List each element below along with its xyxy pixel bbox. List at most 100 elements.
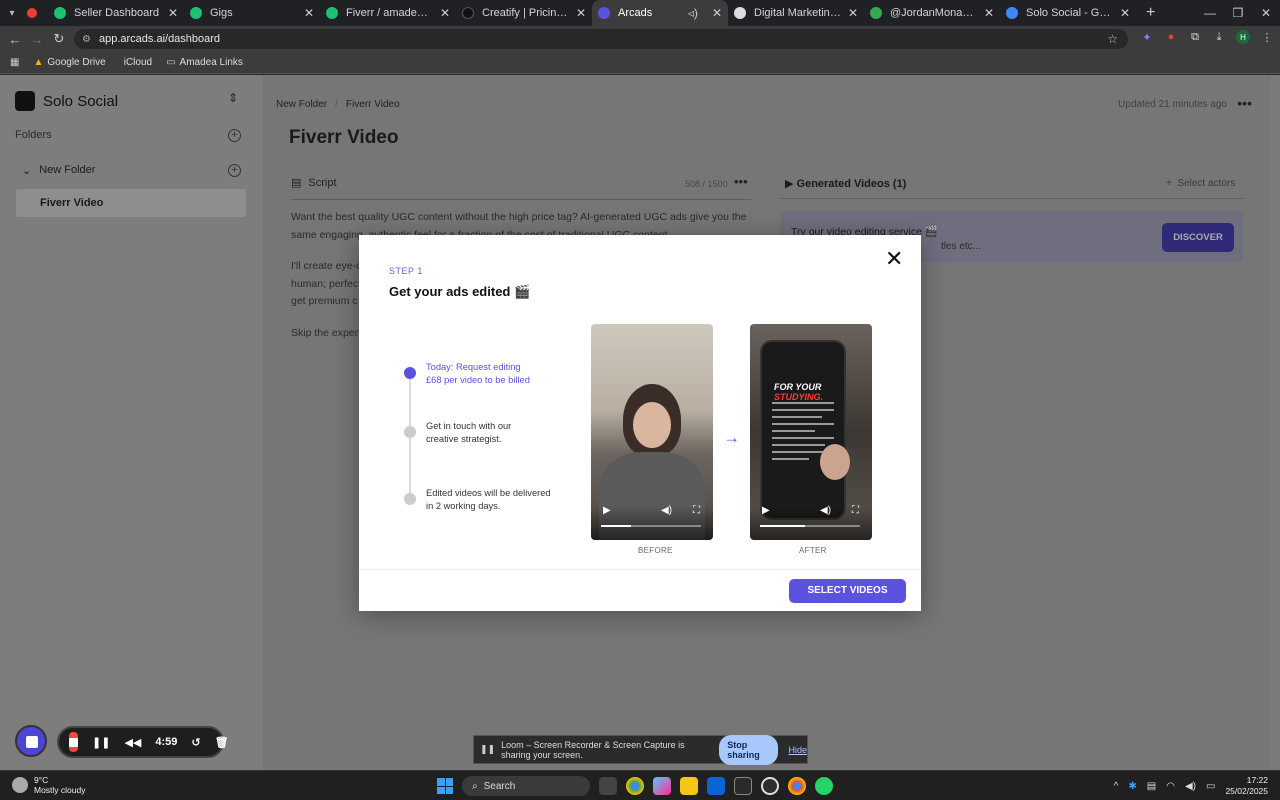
site-info-icon[interactable]: ⚙ (82, 34, 91, 45)
add-video-icon[interactable]: + (228, 164, 241, 177)
outlook-icon[interactable] (707, 777, 725, 795)
add-folder-icon[interactable]: + (228, 129, 241, 142)
whatsapp-icon[interactable] (815, 777, 833, 795)
close-tab-icon[interactable]: ✕ (576, 6, 586, 20)
copilot-icon[interactable] (653, 777, 671, 795)
more-options-icon[interactable]: ••• (1237, 95, 1252, 111)
app-tray-icon[interactable]: ▤ (1147, 781, 1156, 792)
tab-search-icon[interactable]: ▾ (0, 0, 24, 26)
script-more-icon[interactable]: ••• (734, 174, 748, 189)
generated-videos-toggle[interactable]: ▶ Generated Videos (1) (785, 177, 906, 190)
close-tab-icon[interactable]: ✕ (168, 6, 178, 20)
after-video[interactable]: FOR YOUR STUDYING. ▶ ◀) ⛶ (750, 324, 872, 540)
stop-sharing-button[interactable]: Stop sharing (719, 734, 779, 765)
browser-tab[interactable]: Fiverr / amadeaventures / E ✕ (320, 0, 456, 26)
download-icon[interactable]: ⤓ (1212, 30, 1226, 44)
chrome-icon[interactable] (626, 777, 644, 795)
rewind-icon[interactable]: ◀◀ (124, 736, 141, 749)
extension-icon[interactable]: ● (1164, 30, 1178, 44)
bookmark-google-drive[interactable]: ▲ Google Drive (33, 57, 105, 68)
restart-icon[interactable]: ↺ (191, 736, 200, 749)
close-tab-icon[interactable]: ✕ (848, 6, 858, 20)
minimize-icon[interactable]: — (1196, 6, 1224, 20)
play-icon[interactable]: ▶ (603, 505, 611, 516)
record-icon (27, 8, 37, 18)
url-field[interactable]: ⚙ app.arcads.ai/dashboard ☆ (74, 29, 1128, 49)
video-progress[interactable] (760, 525, 860, 527)
fullscreen-icon[interactable]: ⛶ (693, 505, 700, 516)
close-window-icon[interactable]: ✕ (1252, 6, 1280, 20)
page-title: Fiverr Video (289, 127, 399, 148)
workspace-name: Solo Social (43, 92, 119, 110)
apps-grid-icon[interactable]: ▦ (10, 57, 19, 68)
workspace-brand[interactable]: Solo Social (15, 91, 118, 111)
volume-icon[interactable]: ◀) (820, 505, 831, 516)
trash-icon[interactable]: 🗑 (215, 736, 229, 749)
breadcrumb-item[interactable]: Fiverr Video (346, 99, 400, 110)
task-view-icon[interactable] (599, 777, 617, 795)
file-explorer-icon[interactable] (680, 777, 698, 795)
stop-recording-button[interactable] (69, 732, 78, 752)
close-icon[interactable]: ✕ (885, 248, 903, 270)
wifi-icon[interactable]: ◠ (1166, 781, 1175, 792)
select-videos-button[interactable]: SELECT VIDEOS (789, 579, 906, 603)
before-video[interactable]: ▶ ◀) ⛶ (591, 324, 713, 540)
speaker-icon[interactable]: ◃) (688, 6, 698, 20)
recording-timer: 4:59 (155, 736, 178, 748)
extension-icon[interactable]: ✦ (1140, 30, 1154, 44)
maximize-icon[interactable]: ❐ (1224, 6, 1252, 20)
close-tab-icon[interactable]: ✕ (440, 6, 450, 20)
chevron-down-icon[interactable]: ⌄ (22, 164, 31, 177)
browser-tab[interactable]: @JordanMonaghanTV | Twi ✕ (864, 0, 1000, 26)
loom-camera-bubble[interactable] (15, 725, 47, 757)
divider (781, 198, 1243, 199)
browser-tab[interactable]: Seller Dashboard ✕ (48, 0, 184, 26)
profile-avatar[interactable]: H (1236, 30, 1250, 44)
windows-start-icon[interactable] (437, 778, 453, 794)
battery-icon[interactable]: ▭ (1206, 781, 1215, 792)
divider (291, 199, 751, 200)
video-progress[interactable] (601, 525, 701, 527)
discover-button[interactable]: DISCOVER (1162, 223, 1234, 252)
chevron-up-icon[interactable]: ^ (1114, 781, 1119, 792)
bluetooth-icon[interactable]: ✱ (1128, 781, 1136, 792)
browser-tab-active[interactable]: Arcads ◃) ✕ (592, 0, 728, 26)
weather-widget[interactable]: 9°C Mostly cloudy (12, 775, 86, 795)
clock[interactable]: 17:22 25/02/2025 (1225, 775, 1268, 797)
play-icon[interactable]: ▶ (762, 505, 770, 516)
chevron-updown-icon[interactable]: ⇕ (228, 91, 238, 105)
breadcrumb-item[interactable]: New Folder (276, 99, 327, 110)
new-tab-button[interactable]: + (1136, 4, 1165, 22)
hide-link[interactable]: Hide (788, 745, 807, 755)
close-tab-icon[interactable]: ✕ (984, 6, 994, 20)
xbox-icon[interactable] (761, 777, 779, 795)
bookmark-star-icon[interactable]: ☆ (1107, 32, 1118, 46)
forward-icon[interactable]: → (26, 32, 48, 47)
fullscreen-icon[interactable]: ⛶ (852, 505, 859, 516)
back-icon[interactable]: ← (4, 32, 26, 47)
sidebar-folder-item[interactable]: ⌄ New Folder (22, 164, 95, 177)
volume-icon[interactable]: ◀) (661, 505, 672, 516)
select-actors-button[interactable]: + Select actors (1166, 178, 1235, 189)
bookmark-folder-amadea[interactable]: ▭ Amadea Links (166, 57, 243, 68)
pause-icon[interactable]: ❚❚ (92, 736, 110, 749)
browser-tab[interactable]: Creatify | Pricing Plans for b ✕ (456, 0, 592, 26)
bookmark-icloud[interactable]: iCloud (120, 57, 152, 68)
menu-kebab-icon[interactable]: ⋮ (1260, 30, 1274, 44)
close-tab-icon[interactable]: ✕ (304, 6, 314, 20)
browser-tab[interactable] (24, 0, 48, 26)
window-controls: — ❐ ✕ (1196, 0, 1280, 26)
taskbar-search[interactable]: ⌕ Search (462, 776, 590, 796)
chrome-icon[interactable] (788, 777, 806, 795)
store-icon[interactable] (734, 777, 752, 795)
timeline-step-2: Get in touch with our creative strategis… (426, 421, 512, 444)
volume-icon[interactable]: ◀) (1185, 781, 1196, 792)
reload-icon[interactable]: ↻ (48, 31, 70, 47)
browser-tab[interactable]: Gigs ✕ (184, 0, 320, 26)
sidebar-video-item[interactable]: Fiverr Video (16, 189, 246, 217)
close-tab-icon[interactable]: ✕ (1120, 6, 1130, 20)
browser-tab[interactable]: Solo Social - Google Drive ✕ (1000, 0, 1136, 26)
close-tab-icon[interactable]: ✕ (712, 6, 722, 20)
browser-tab[interactable]: Digital Marketing Assistanc ✕ (728, 0, 864, 26)
extensions-puzzle-icon[interactable]: ⧉ (1188, 30, 1202, 44)
